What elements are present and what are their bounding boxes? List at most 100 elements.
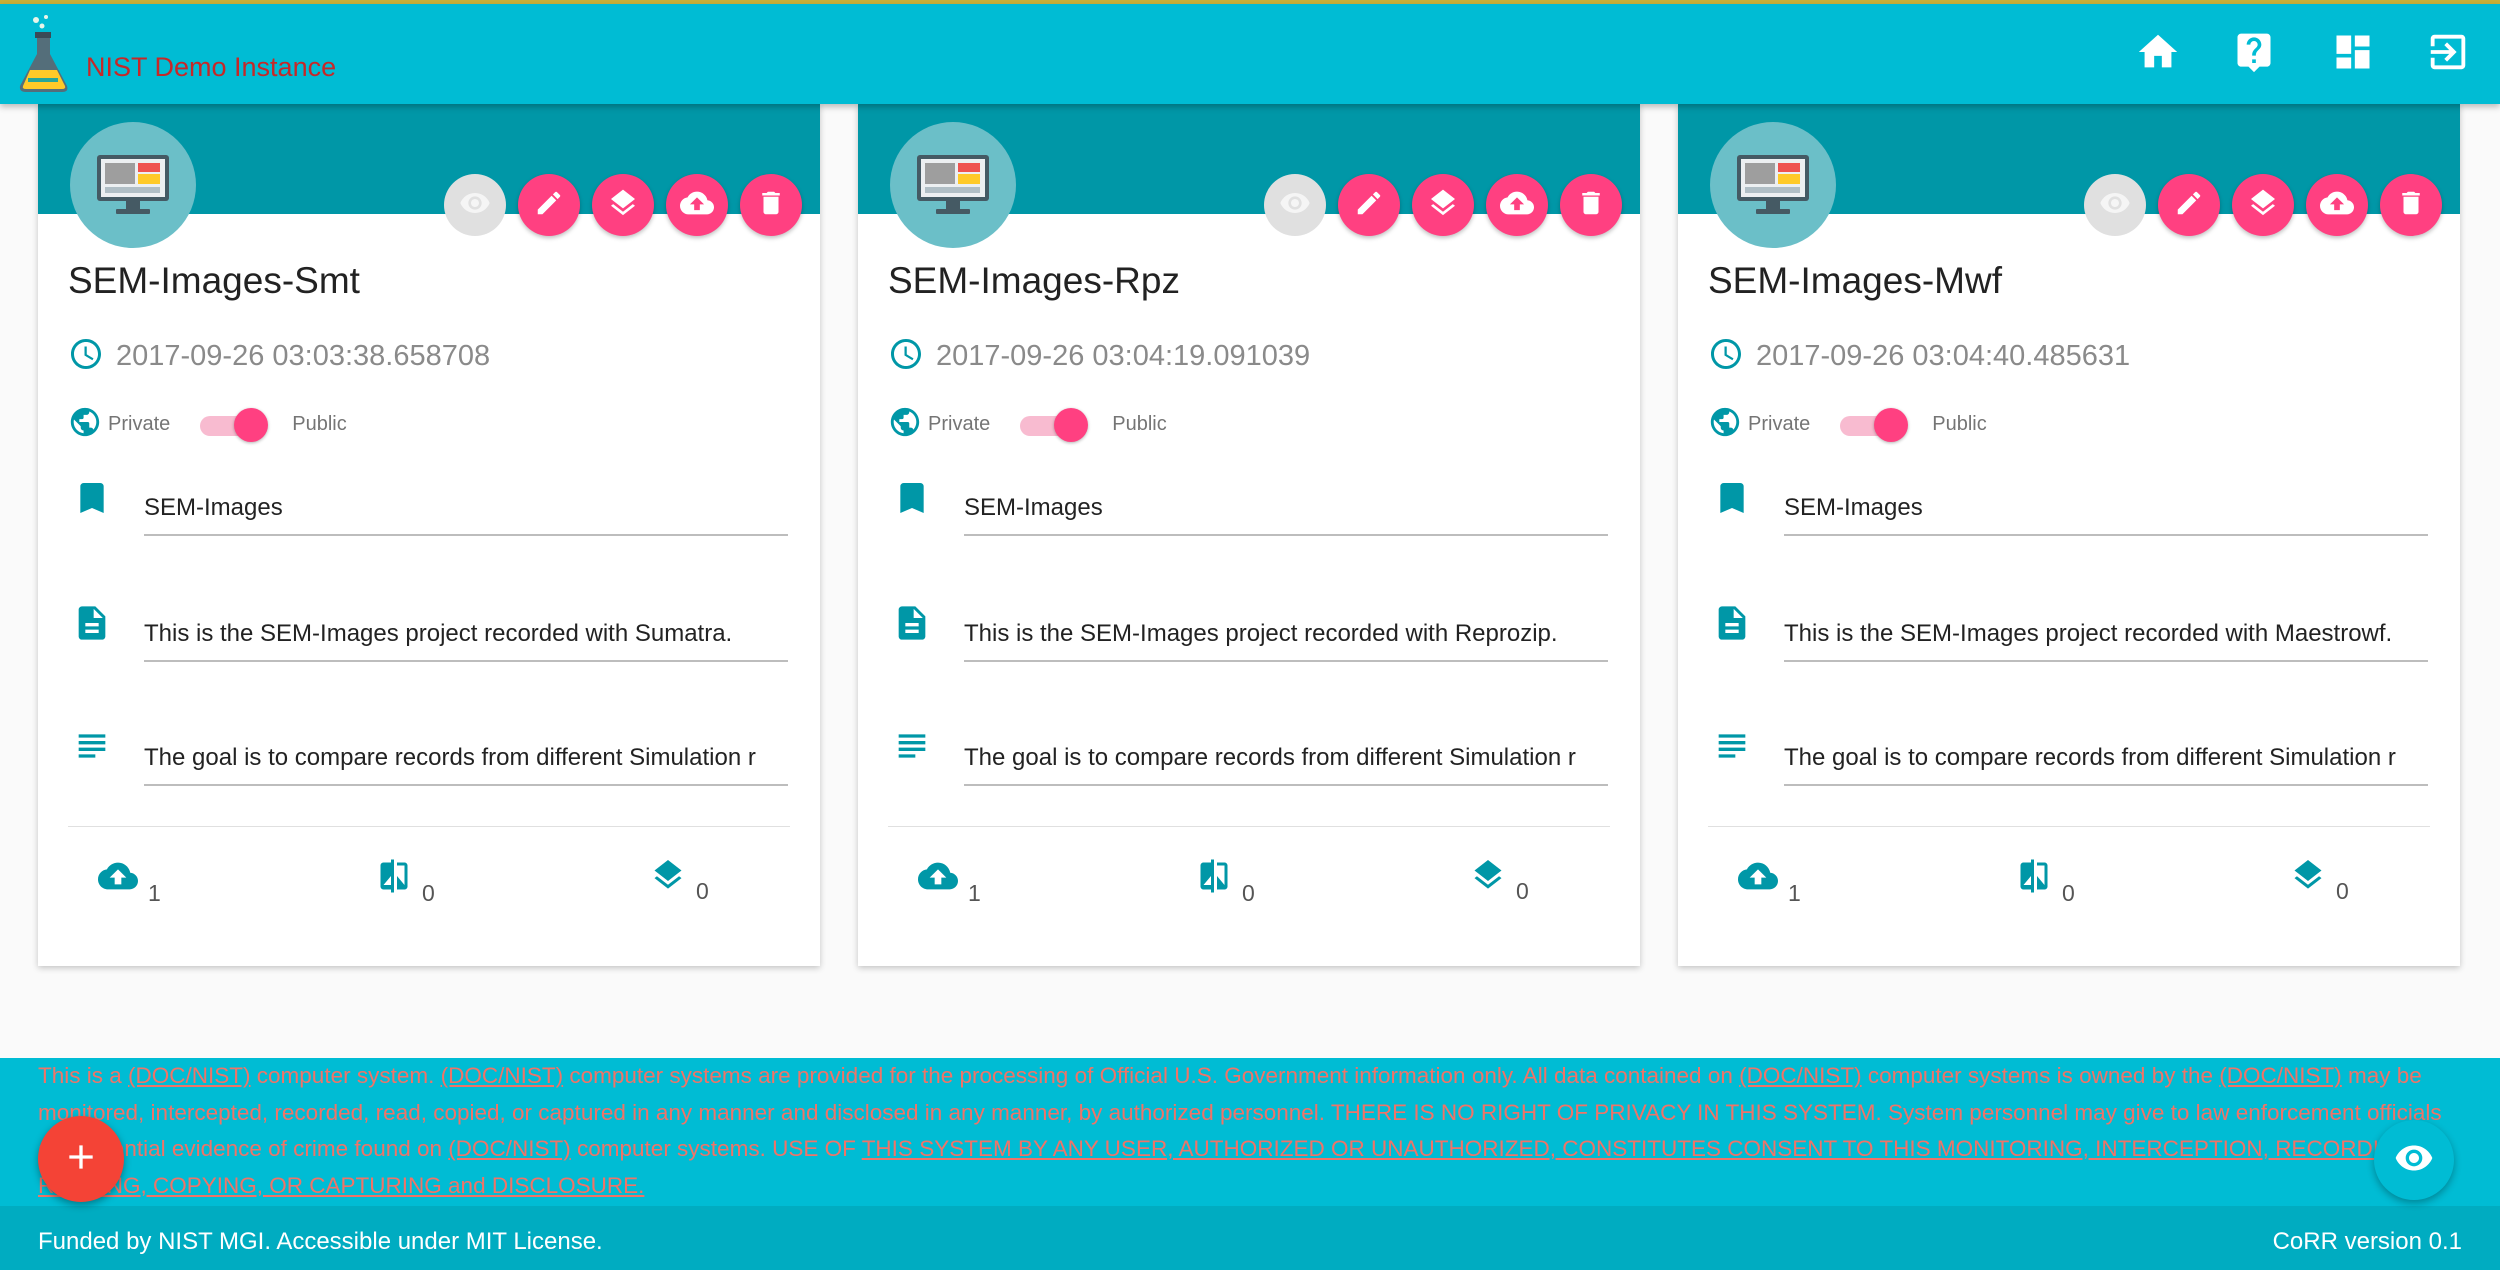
edit-button[interactable]: [1338, 174, 1400, 236]
diffs-count: 0: [2062, 880, 2075, 906]
doc-nist-link[interactable]: (DOC/NIST): [1739, 1063, 1862, 1088]
toggle-view-button[interactable]: [2374, 1120, 2454, 1200]
help-button[interactable]: [2226, 26, 2282, 82]
card-divider: [888, 826, 1610, 827]
goals-field[interactable]: The goal is to compare records from diff…: [144, 732, 788, 786]
environments-stat[interactable]: 0: [650, 856, 709, 904]
bookmark-icon: [892, 476, 932, 525]
dashboard-button[interactable]: [2325, 26, 2381, 82]
environments-stat[interactable]: 0: [2290, 856, 2349, 904]
diffs-stat[interactable]: 0: [2016, 856, 2075, 906]
app-title[interactable]: NIST Demo Instance: [86, 52, 336, 83]
add-project-button[interactable]: [38, 1116, 124, 1202]
upload-button[interactable]: [666, 174, 728, 236]
timestamp-row: 2017-09-26 03:04:19.091039: [888, 336, 1310, 377]
edit-button[interactable]: [518, 174, 580, 236]
warning-text: computer systems is owned by the: [1861, 1063, 2220, 1088]
eye-icon: [1279, 187, 1311, 224]
project-avatar-computer-icon: [890, 122, 1016, 248]
delete-button[interactable]: [740, 174, 802, 236]
globe-icon: [888, 405, 922, 444]
top-navbar: NIST Demo Instance: [0, 4, 2500, 104]
upload-button[interactable]: [2306, 174, 2368, 236]
home-icon: [2135, 29, 2181, 80]
diffs-count: 0: [422, 880, 435, 906]
project-title: SEM-Images-Rpz: [888, 260, 1180, 301]
trash-icon: [2396, 188, 2426, 223]
compare-icon: [2016, 856, 2052, 901]
project-timestamp: 2017-09-26 03:04:19.091039: [936, 340, 1311, 372]
dashboard-icon: [2331, 30, 2375, 79]
trash-icon: [756, 188, 786, 223]
description-field[interactable]: This is the SEM-Images project recorded …: [964, 608, 1608, 662]
cloud-upload-icon: [1738, 856, 1778, 901]
warning-text: This is a: [38, 1063, 129, 1088]
diffs-stat[interactable]: 0: [1196, 856, 1255, 906]
doc-nist-link[interactable]: (DOC/NIST): [441, 1063, 564, 1088]
pencil-icon: [2174, 188, 2204, 223]
records-count: 1: [1788, 880, 1801, 906]
clock-icon: [1708, 336, 1744, 377]
goals-field[interactable]: The goal is to compare records from diff…: [964, 732, 1608, 786]
globe-icon: [1708, 405, 1742, 444]
subject-lines-icon: [892, 726, 932, 771]
environments-stat[interactable]: 0: [1470, 856, 1529, 904]
footer-bar: Funded by NIST MGI. Accessible under MIT…: [0, 1206, 2500, 1270]
compare-icon: [1196, 856, 1232, 901]
edit-button[interactable]: [2158, 174, 2220, 236]
diffs-stat[interactable]: 0: [376, 856, 435, 906]
document-icon: [72, 600, 112, 651]
project-title: SEM-Images-Mwf: [1708, 260, 2002, 301]
doc-nist-link[interactable]: (DOC/NIST): [448, 1136, 571, 1161]
visibility-toggle[interactable]: [1840, 404, 1909, 444]
doc-nist-link[interactable]: (DOC/NIST): [128, 1063, 251, 1088]
description-field[interactable]: This is the SEM-Images project recorded …: [144, 608, 788, 662]
visibility-toggle[interactable]: [1020, 404, 1089, 444]
eye-icon: [459, 187, 491, 224]
card-actions: [1264, 174, 1622, 236]
card-divider: [1708, 826, 2430, 827]
project-timestamp: 2017-09-26 03:03:38.658708: [116, 340, 491, 372]
system-warning-banner: This is a (DOC/NIST) computer system. (D…: [0, 1058, 2500, 1206]
layers-icon: [2290, 856, 2326, 899]
project-card: SEM-Images-Mwf 2017-09-26 03:04:40.48563…: [1678, 104, 2460, 966]
public-label: Public: [1932, 412, 1987, 435]
environments-button[interactable]: [1412, 174, 1474, 236]
records-stat[interactable]: 1: [1738, 856, 1801, 906]
view-button[interactable]: [2084, 174, 2146, 236]
goals-field[interactable]: The goal is to compare records from diff…: [1784, 732, 2428, 786]
timestamp-row: 2017-09-26 03:04:40.485631: [1708, 336, 2130, 377]
delete-button[interactable]: [2380, 174, 2442, 236]
eye-icon: [2394, 1138, 2434, 1183]
upload-button[interactable]: [1486, 174, 1548, 236]
toggle-thumb: [1054, 408, 1089, 442]
plus-icon: [61, 1137, 101, 1182]
cloud-upload-icon: [2320, 186, 2354, 225]
records-stat[interactable]: 1: [918, 856, 981, 906]
subject-lines-icon: [1712, 726, 1752, 771]
view-button[interactable]: [444, 174, 506, 236]
diffs-count: 0: [1242, 880, 1255, 906]
layers-icon: [607, 187, 639, 224]
footer-version-text: CoRR version 0.1: [2272, 1228, 2462, 1255]
tags-field[interactable]: SEM-Images: [144, 482, 788, 536]
home-button[interactable]: [2130, 26, 2186, 82]
tags-field[interactable]: SEM-Images: [1784, 482, 2428, 536]
tags-field[interactable]: SEM-Images: [964, 482, 1608, 536]
visibility-row: Private Public: [888, 404, 1167, 444]
description-field[interactable]: This is the SEM-Images project recorded …: [1784, 608, 2428, 662]
doc-nist-link[interactable]: (DOC/NIST): [2219, 1063, 2342, 1088]
environments-count: 0: [696, 878, 709, 904]
private-label: Private: [108, 412, 171, 435]
view-button[interactable]: [1264, 174, 1326, 236]
flask-logo-icon[interactable]: [14, 14, 74, 94]
environments-button[interactable]: [592, 174, 654, 236]
visibility-row: Private Public: [1708, 404, 1987, 444]
logout-button[interactable]: [2420, 26, 2476, 82]
delete-button[interactable]: [1560, 174, 1622, 236]
visibility-toggle[interactable]: [200, 404, 269, 444]
layers-icon: [1470, 856, 1506, 899]
layers-icon: [1427, 187, 1459, 224]
environments-button[interactable]: [2232, 174, 2294, 236]
records-stat[interactable]: 1: [98, 856, 161, 906]
